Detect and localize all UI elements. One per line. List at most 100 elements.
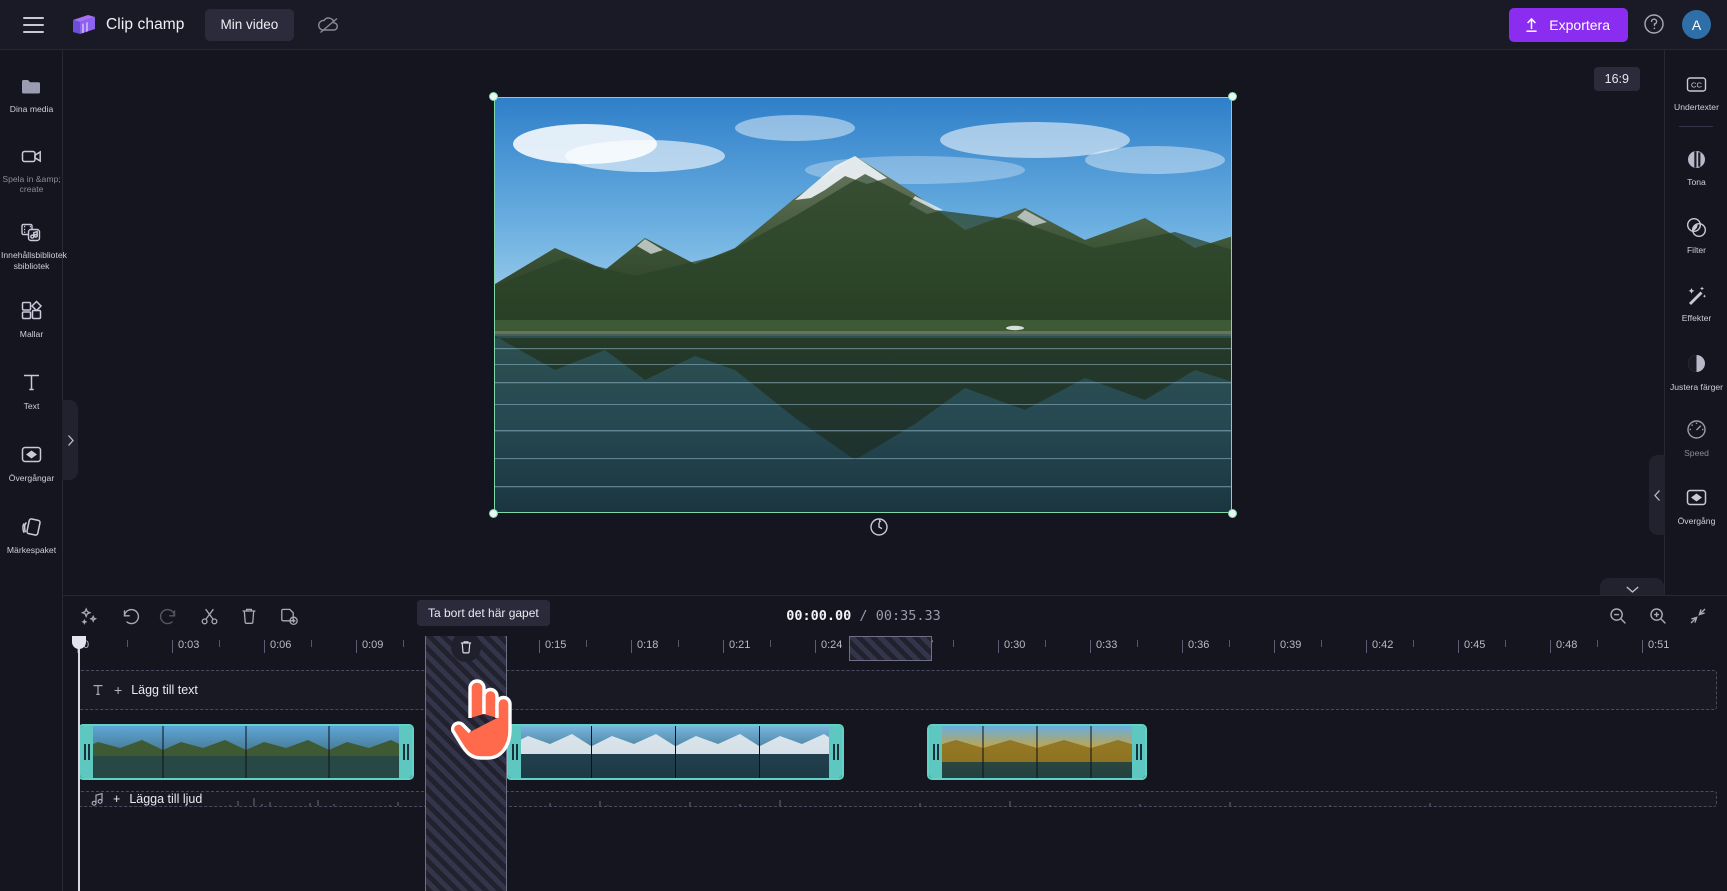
ruler-tick: 0:15 xyxy=(538,639,567,653)
undo-button[interactable] xyxy=(114,601,144,631)
sidebar-item-label: Tona xyxy=(1687,177,1706,188)
sidebar-item-spela-in-create[interactable]: Spela in &amp; create xyxy=(0,134,63,202)
chevron-down-icon xyxy=(1625,585,1640,594)
total-time: 00:35.33 xyxy=(875,608,941,624)
adjust-colors-icon xyxy=(1684,351,1710,377)
sidebar-item-dina-media[interactable]: Dina media xyxy=(0,64,63,122)
expand-left-panel-button[interactable] xyxy=(62,400,78,480)
export-button-label: Exportera xyxy=(1549,16,1610,33)
sidebar-item-effekter[interactable]: Effekter xyxy=(1665,273,1727,331)
top-bar-right-group: Exportera A xyxy=(1509,7,1727,42)
video-clip-1[interactable] xyxy=(78,724,414,780)
chevron-right-icon xyxy=(66,434,75,447)
zoom-in-button[interactable] xyxy=(1643,601,1673,631)
sidebar-item-justera-farger[interactable]: Justera färger xyxy=(1665,342,1727,400)
sidebar-item-innehallsbibliotek[interactable]: Innehållsbibliotek sbibliotek xyxy=(0,210,67,278)
svg-text:CC: CC xyxy=(1691,80,1702,89)
time-separator: / xyxy=(859,608,868,624)
cloud-off-icon[interactable] xyxy=(316,12,342,38)
timeline-gap-region[interactable] xyxy=(425,636,507,891)
sidebar-item-label: Speed xyxy=(1684,447,1709,458)
rotate-handle[interactable] xyxy=(868,516,890,538)
chevron-left-icon xyxy=(1653,489,1662,502)
ruler-tick: 0:03 xyxy=(171,639,200,653)
timeline-zoom-controls xyxy=(1603,601,1713,631)
templates-icon xyxy=(19,298,45,324)
project-title-tab[interactable]: Min video xyxy=(204,8,295,41)
sidebar-item-filter[interactable]: Filter xyxy=(1665,205,1727,263)
aspect-ratio-badge[interactable]: 16:9 xyxy=(1593,67,1640,91)
magic-enhance-button[interactable] xyxy=(74,601,104,631)
add-text-plus: + xyxy=(114,682,123,698)
resize-handle-top-left[interactable] xyxy=(489,92,498,101)
duplicate-button[interactable] xyxy=(274,601,304,631)
sidebar-item-label: Justera färger xyxy=(1669,381,1724,392)
ruler-tick: 0:42 xyxy=(1365,639,1394,653)
hamburger-menu-icon[interactable] xyxy=(11,3,55,47)
sidebar-item-overgang[interactable]: Övergång xyxy=(1665,476,1727,534)
left-sidebar: Dina media Spela in &amp; create Innehål… xyxy=(0,50,67,891)
audio-waveform xyxy=(229,798,1431,806)
timeline-gap-region-2[interactable] xyxy=(849,636,932,661)
sidebar-item-tona[interactable]: Tona xyxy=(1665,137,1727,195)
sidebar-item-markespaket[interactable]: Märkespaket xyxy=(0,505,63,563)
avatar[interactable]: A xyxy=(1682,10,1711,39)
ruler-tick: 0:21 xyxy=(722,639,751,653)
sidebar-item-overgangar[interactable]: Övergångar xyxy=(0,433,63,491)
timeline-body: 0 0:03 0:06 0:09 0:12 0:15 0:18 0:21 0:2… xyxy=(0,636,1727,891)
zoom-out-button[interactable] xyxy=(1603,601,1633,631)
content-library-icon xyxy=(19,219,45,245)
playhead[interactable] xyxy=(72,636,86,891)
export-button[interactable]: Exportera xyxy=(1509,7,1628,42)
audio-track[interactable]: + Lägga till ljud xyxy=(78,791,1717,827)
sidebar-item-text[interactable]: Text xyxy=(0,361,63,419)
clip-3-trim-left[interactable] xyxy=(929,726,942,778)
video-clip-3[interactable] xyxy=(927,724,1147,780)
text-track[interactable]: + Lägg till text xyxy=(78,670,1717,710)
fade-icon xyxy=(1684,146,1710,172)
ruler-tick: 0:06 xyxy=(263,639,292,653)
split-button[interactable] xyxy=(194,601,224,631)
ruler-tick: 0:09 xyxy=(355,639,384,653)
video-track xyxy=(78,724,1717,780)
ruler-tick: 0:48 xyxy=(1549,639,1578,653)
video-clip-2[interactable] xyxy=(506,724,844,780)
preview-area: 16:9 xyxy=(63,50,1664,624)
redo-button[interactable] xyxy=(154,601,184,631)
sidebar-item-speed[interactable]: Speed xyxy=(1665,408,1727,466)
add-audio-label: Lägga till ljud xyxy=(129,792,203,806)
add-audio-row[interactable]: + Lägga till ljud xyxy=(78,791,1717,807)
brand-name: Clip champ xyxy=(106,15,185,33)
add-audio-plus: + xyxy=(113,792,121,806)
sidebar-item-label: Mallar xyxy=(19,328,44,339)
clip-2-trim-left[interactable] xyxy=(508,726,521,778)
resize-handle-bottom-right[interactable] xyxy=(1228,509,1237,518)
speed-gauge-icon xyxy=(1684,417,1710,443)
resize-handle-top-right[interactable] xyxy=(1228,92,1237,101)
help-circle-icon[interactable] xyxy=(1642,12,1668,38)
clip-1-trim-left[interactable] xyxy=(80,726,93,778)
fit-to-screen-button[interactable] xyxy=(1683,601,1713,631)
delete-button[interactable] xyxy=(234,601,264,631)
video-stage[interactable] xyxy=(489,92,1237,518)
sidebar-item-mallar[interactable]: Mallar xyxy=(0,289,63,347)
resize-handle-bottom-left[interactable] xyxy=(489,509,498,518)
ruler-tick: 0:18 xyxy=(630,639,659,653)
timeline-panel: 00:00.00 / 00:35.33 0 0:03 0:06 0:09 0:1… xyxy=(0,595,1727,891)
collapse-right-panel-button[interactable] xyxy=(1649,455,1665,535)
effects-wand-icon xyxy=(1684,282,1710,308)
add-text-row[interactable]: + Lägg till text xyxy=(78,670,1717,710)
sidebar-item-label: Märkespaket xyxy=(6,545,57,556)
ruler-tick: 0:33 xyxy=(1089,639,1118,653)
ruler-tick: 0:39 xyxy=(1273,639,1302,653)
clip-3-trim-right[interactable] xyxy=(1132,726,1145,778)
sidebar-item-label: Undertexter xyxy=(1674,102,1719,112)
clipchamp-logo-icon xyxy=(71,13,97,36)
brand-kit-icon xyxy=(19,514,45,540)
sidebar-item-undertexter[interactable]: CC Undertexter xyxy=(1665,62,1727,120)
record-camera-icon xyxy=(19,143,45,169)
clip-1-trim-right[interactable] xyxy=(399,726,412,778)
folder-icon xyxy=(19,73,45,99)
clip-2-trim-right[interactable] xyxy=(829,726,842,778)
current-time: 00:00.00 xyxy=(786,608,852,624)
